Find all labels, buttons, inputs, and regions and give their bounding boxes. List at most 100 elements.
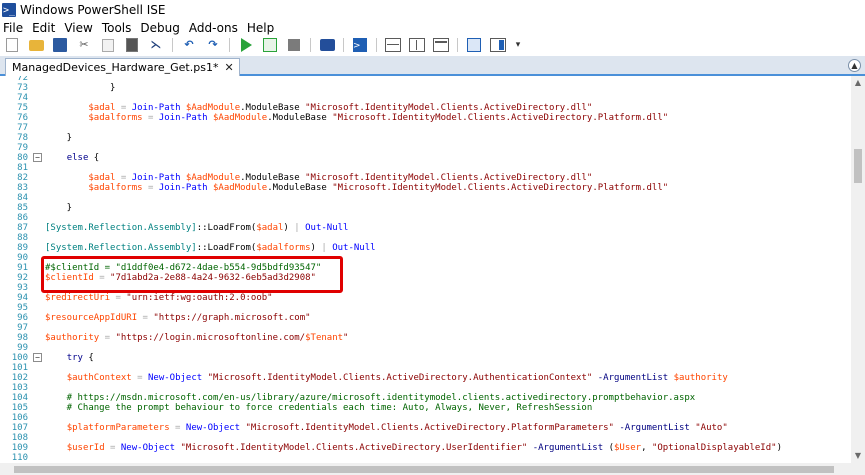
code-line[interactable]: 72 xyxy=(0,76,851,83)
code-line[interactable]: 108 xyxy=(0,433,851,443)
code-line[interactable]: 75 $adal = Join-Path $AadModule.ModuleBa… xyxy=(0,103,851,113)
code-token: New-Object xyxy=(120,443,176,453)
menu-addons[interactable]: Add-ons xyxy=(189,21,238,35)
scroll-up-icon[interactable]: ▲ xyxy=(851,76,865,90)
menu-edit[interactable]: Edit xyxy=(32,21,55,35)
code-line[interactable]: 77 xyxy=(0,123,851,133)
menu-file[interactable]: File xyxy=(3,21,23,35)
code-line[interactable]: 81 xyxy=(0,163,851,173)
code-line[interactable]: 104 # https://msdn.microsoft.com/en-us/l… xyxy=(0,393,851,403)
title-bar: >_ Windows PowerShell ISE xyxy=(0,0,865,20)
code-line[interactable]: 88 xyxy=(0,233,851,243)
run-script-button[interactable] xyxy=(238,37,254,53)
code-token: $adal xyxy=(88,103,116,113)
code-line[interactable]: 76 $adalforms = Join-Path $AadModule.Mod… xyxy=(0,113,851,123)
code-token: = xyxy=(104,443,121,453)
code-line[interactable]: 94 $redirectUri = "urn:ietf:wg:oauth:2.0:… xyxy=(0,293,851,303)
close-icon[interactable]: ✕ xyxy=(224,61,233,74)
collapse-script-pane-button[interactable]: ▲ xyxy=(848,59,861,72)
window-title: Windows PowerShell ISE xyxy=(20,3,166,17)
code-line[interactable]: 84 xyxy=(0,193,851,203)
code-line[interactable]: 105 # Change the prompt behaviour to for… xyxy=(0,403,851,413)
code-line[interactable]: 106 xyxy=(0,413,851,423)
code-line[interactable]: 99 xyxy=(0,343,851,353)
code-token: , xyxy=(641,443,652,453)
code-text: try { xyxy=(45,353,94,363)
code-token: "urn:ietf:wg:oauth:2.0:oob" xyxy=(126,293,273,303)
fold-toggle-icon[interactable]: − xyxy=(33,353,42,362)
code-line[interactable]: 80− else { xyxy=(0,153,851,163)
tab-script-file[interactable]: ManagedDevices_Hardware_Get.ps1* ✕ xyxy=(5,58,240,76)
code-line[interactable]: 103 xyxy=(0,383,851,393)
code-token: "Microsoft.IdentityModel.Clients.ActiveD… xyxy=(175,443,528,453)
layout-max-button[interactable] xyxy=(433,37,449,53)
code-line[interactable]: 95 xyxy=(0,303,851,313)
line-number: 97 xyxy=(17,323,28,333)
code-token: ( xyxy=(603,443,614,453)
code-line[interactable]: 89 [System.Reflection.Assembly]::LoadFrom… xyxy=(0,243,851,253)
line-number: 106 xyxy=(11,413,28,423)
code-line[interactable]: 109 $userId = New-Object "Microsoft.Iden… xyxy=(0,443,851,453)
fold-toggle-icon[interactable]: − xyxy=(33,153,42,162)
stop-button[interactable] xyxy=(286,37,302,53)
redo-button[interactable]: ↷ xyxy=(205,37,221,53)
code-text: $resourceAppIdURI = "https://graph.micro… xyxy=(45,313,311,323)
code-line[interactable]: 78 } xyxy=(0,133,851,143)
menu-help[interactable]: Help xyxy=(247,21,274,35)
line-number: 95 xyxy=(17,303,28,313)
code-token: try xyxy=(66,353,83,363)
new-file-icon xyxy=(6,38,18,52)
open-file-button[interactable] xyxy=(28,37,44,53)
code-text: $adalforms = Join-Path $AadModule.Module… xyxy=(45,113,668,123)
undo-button[interactable]: ↶ xyxy=(181,37,197,53)
show-script-pane-button[interactable] xyxy=(466,37,482,53)
scroll-down-icon[interactable]: ▼ xyxy=(851,449,865,463)
menu-debug[interactable]: Debug xyxy=(140,21,179,35)
toolbar-overflow-button[interactable]: ▾ xyxy=(514,37,522,53)
code-token: } xyxy=(45,83,116,93)
code-line[interactable]: 100− try { xyxy=(0,353,851,363)
run-selection-button[interactable] xyxy=(262,37,278,53)
new-file-button[interactable] xyxy=(4,37,20,53)
remote-powershell-button[interactable] xyxy=(319,37,335,53)
code-line[interactable]: 96 $resourceAppIdURI = "https://graph.mic… xyxy=(0,313,851,323)
layout-right-button[interactable] xyxy=(409,37,425,53)
code-line[interactable]: 83 $adalforms = Join-Path $AadModule.Mod… xyxy=(0,183,851,193)
code-line[interactable]: 87 [System.Reflection.Assembly]::LoadFrom… xyxy=(0,223,851,233)
paste-button[interactable] xyxy=(124,37,140,53)
show-commands-button[interactable] xyxy=(490,37,506,53)
line-number: 110 xyxy=(11,453,28,463)
start-powershell-button[interactable]: > xyxy=(352,37,368,53)
code-token: $Tenant xyxy=(305,333,344,343)
code-line[interactable]: 107 $platformParameters = New-Object "Mi… xyxy=(0,423,851,433)
menu-view[interactable]: View xyxy=(64,21,92,35)
code-line[interactable]: 110 xyxy=(0,453,851,463)
line-number: 80 xyxy=(17,153,28,163)
code-line[interactable]: 85 } xyxy=(0,203,851,213)
vertical-scrollbar[interactable]: ▲ ▼ xyxy=(851,76,865,463)
code-line[interactable]: 97 xyxy=(0,323,851,333)
code-token: } xyxy=(45,133,73,143)
code-line[interactable]: 79 xyxy=(0,143,851,153)
horizontal-scrollbar[interactable] xyxy=(0,463,865,475)
clear-console-button[interactable]: ⋋ xyxy=(148,37,164,53)
code-line[interactable]: 101 xyxy=(0,363,851,373)
code-line[interactable]: 98 $authority = "https://login.microsofto… xyxy=(0,333,851,343)
code-token: .ModuleBase xyxy=(267,113,327,123)
line-number: 78 xyxy=(17,133,28,143)
code-token: Join-Path xyxy=(158,113,208,123)
copy-button[interactable] xyxy=(100,37,116,53)
cut-button[interactable]: ✂ xyxy=(76,37,92,53)
vertical-scroll-thumb[interactable] xyxy=(854,149,862,183)
code-line[interactable]: 86 xyxy=(0,213,851,223)
layout-top-button[interactable] xyxy=(385,37,401,53)
code-line[interactable]: 102 $authContext = New-Object "Microsoft… xyxy=(0,373,851,383)
code-line[interactable]: 73 } xyxy=(0,83,851,93)
code-line[interactable]: 82 $adal = Join-Path $AadModule.ModuleBa… xyxy=(0,173,851,183)
code-line[interactable]: 74 xyxy=(0,93,851,103)
menu-tools[interactable]: Tools xyxy=(102,21,132,35)
save-button[interactable] xyxy=(52,37,68,53)
horizontal-scroll-thumb[interactable] xyxy=(14,466,834,473)
